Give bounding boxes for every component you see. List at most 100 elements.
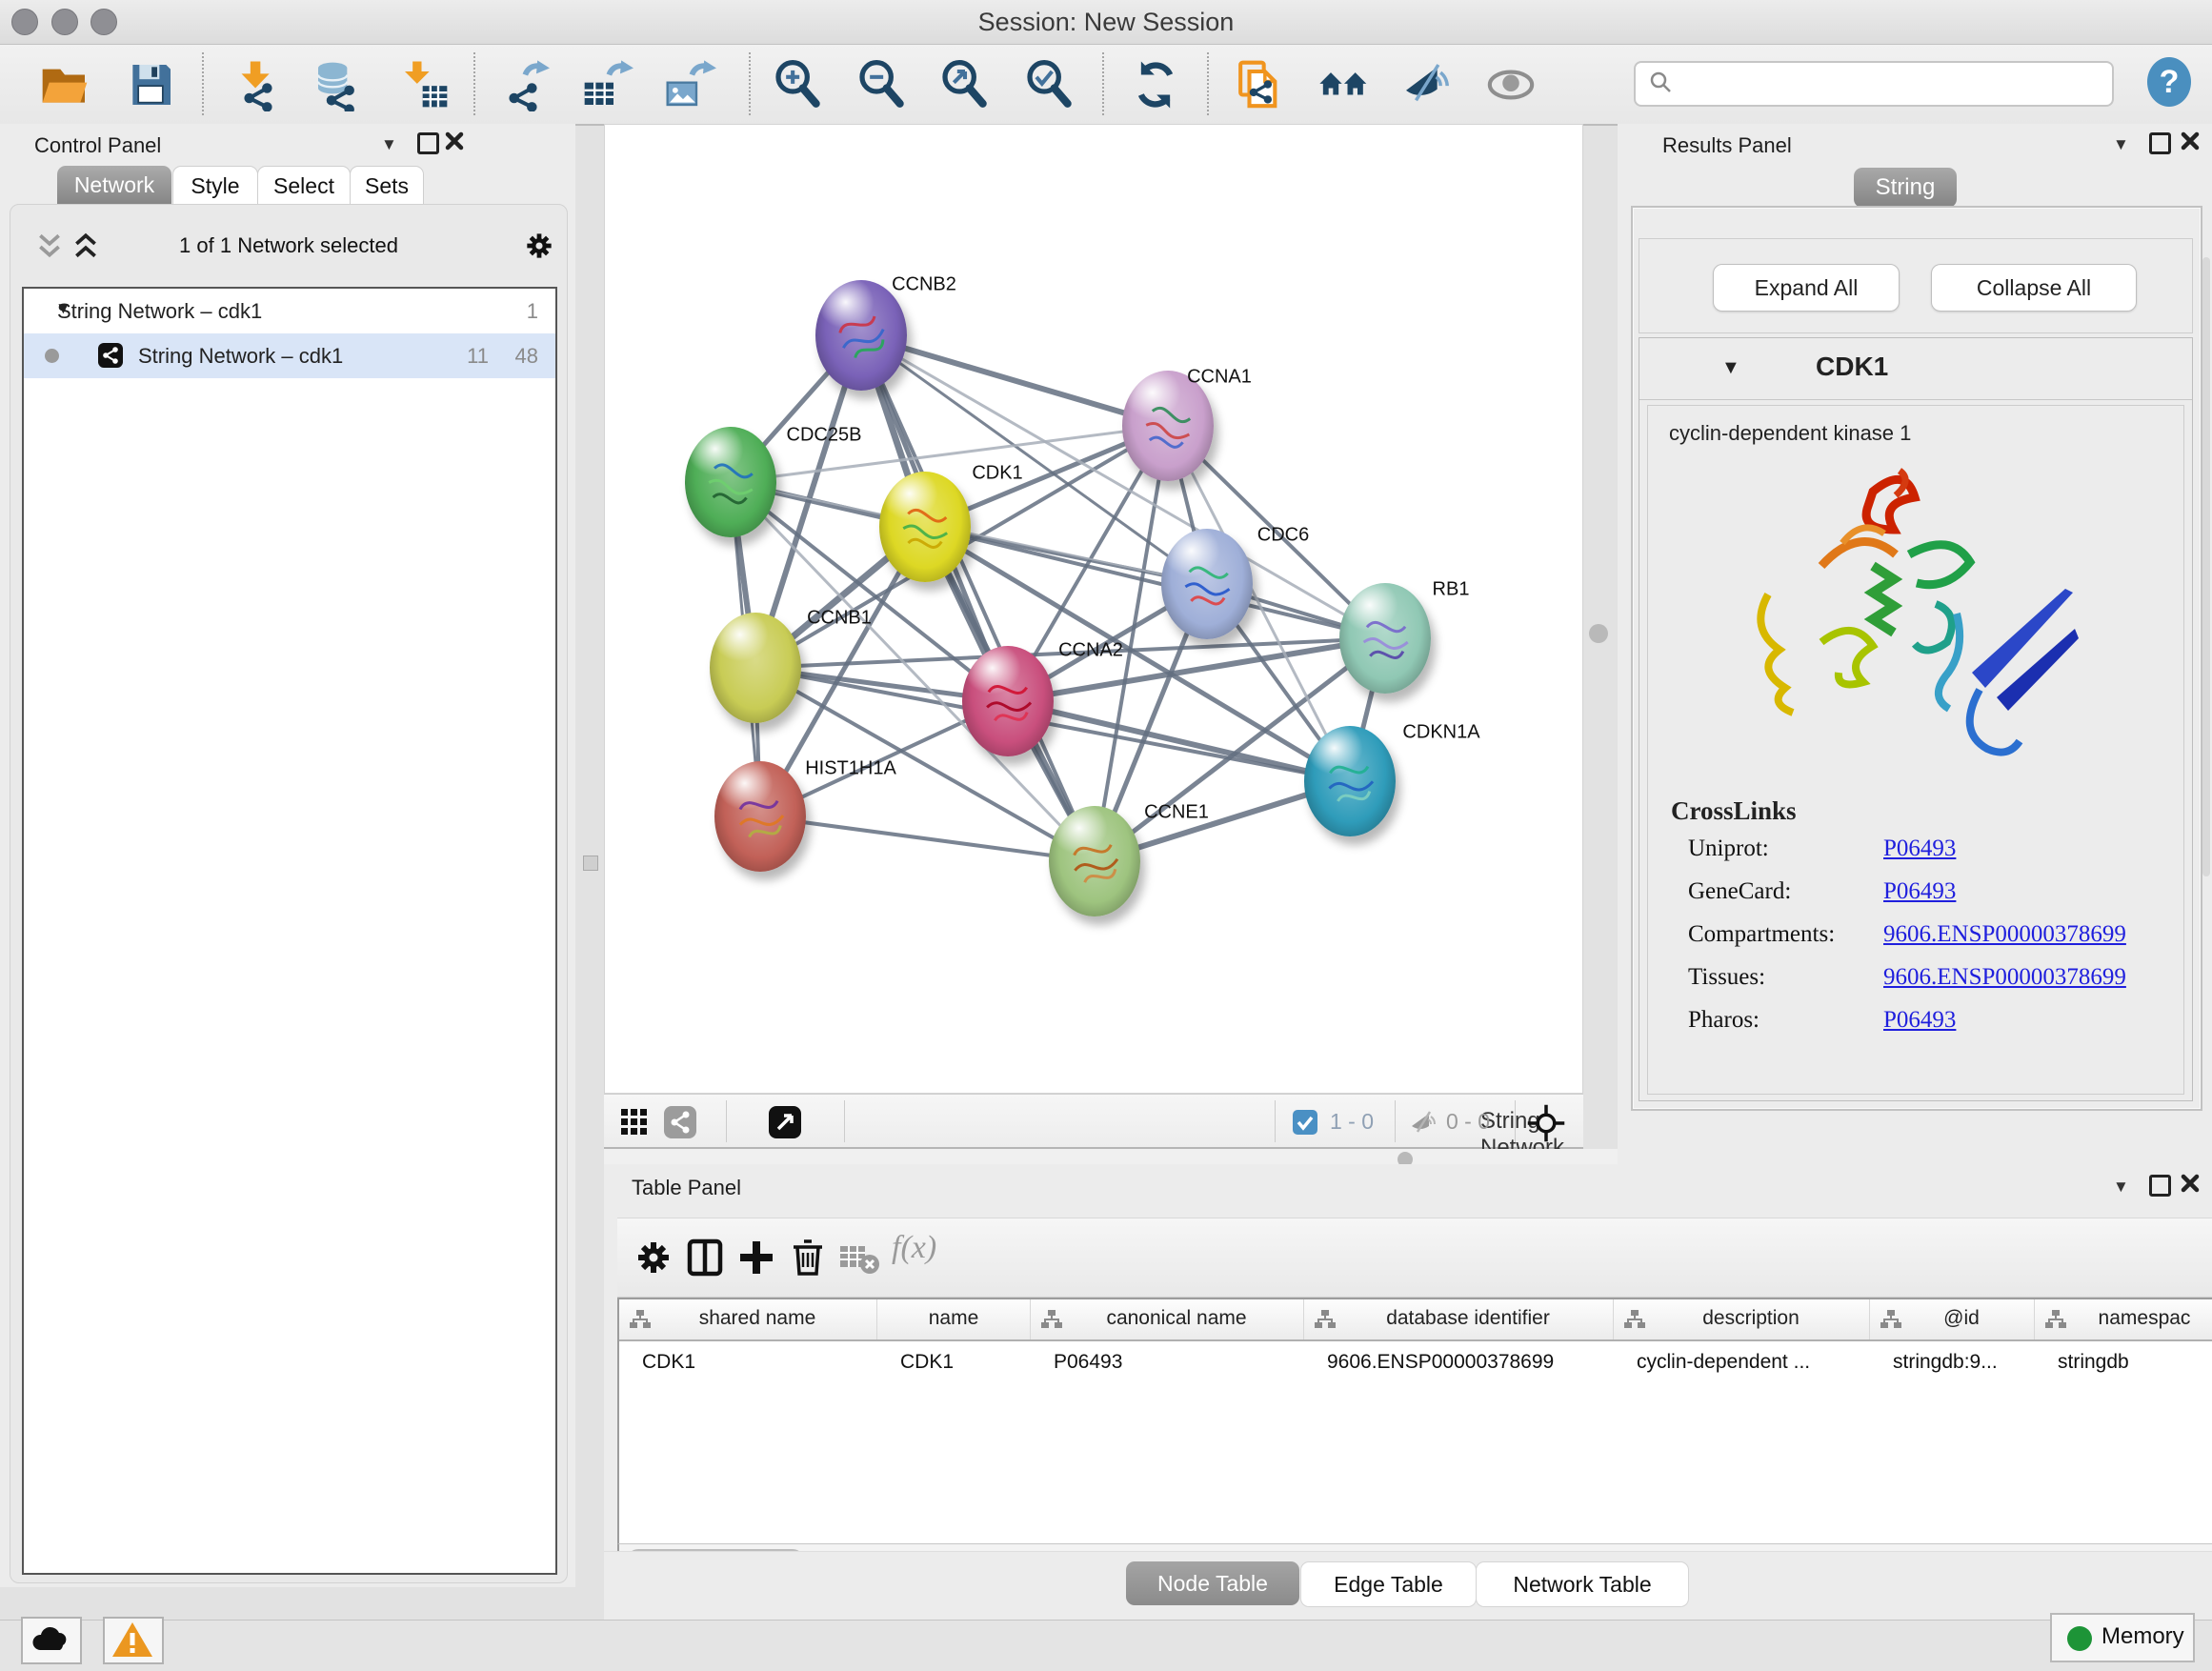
crosslink-value-link[interactable]: 9606.ENSP00000378699 [1883,921,2126,948]
warning-button[interactable] [103,1617,164,1664]
zoom-fit-icon[interactable] [938,58,992,111]
node-CDKN1A[interactable] [1304,726,1396,836]
export-table-icon[interactable] [580,58,633,111]
table-cell[interactable]: cyclin-dependent ... [1637,1351,1810,1374]
cloud-button[interactable] [21,1617,82,1664]
table-cell[interactable]: 9606.ENSP00000378699 [1327,1351,1554,1374]
open-session-icon[interactable] [38,58,91,111]
collapse-panel-icon[interactable]: ▼ [2113,1178,2129,1197]
show-all-icon[interactable] [1484,58,1538,111]
panel-splitter-dot[interactable] [1589,624,1608,643]
tab-node-table[interactable]: Node Table [1126,1561,1299,1605]
selected-checkbox-icon[interactable] [1292,1109,1318,1136]
network-tree-row[interactable]: ▼ String Network – cdk1 1 [24,289,555,333]
node-CCNA2[interactable] [962,646,1054,756]
protein-entry-header[interactable]: ▼ CDK1 [1639,338,2192,400]
export-image-icon[interactable] [663,58,716,111]
node-CCNB2[interactable] [815,280,907,391]
search-input[interactable] [1685,65,2099,101]
status-bar: Memory [0,1620,2212,1671]
export-network-icon[interactable] [496,58,550,111]
add-column-icon[interactable] [734,1235,779,1280]
table-cell[interactable]: stringdb:9... [1893,1351,1998,1374]
tab-network-table[interactable]: Network Table [1476,1561,1689,1607]
close-panel-icon[interactable] [444,131,465,156]
help-button[interactable]: ? [2147,57,2191,107]
close-panel-icon[interactable] [2180,1173,2201,1198]
crosslink-value-link[interactable]: P06493 [1883,878,1956,905]
column-header-description[interactable]: description [1614,1299,1870,1339]
node-CCNB1[interactable] [710,613,801,723]
zoom-out-icon[interactable] [855,58,909,111]
hide-selected-icon[interactable] [1399,58,1453,111]
column-header-database-identifier[interactable]: database identifier [1304,1299,1614,1339]
node-label-RB1: RB1 [1433,579,1470,601]
node-CDC6[interactable] [1161,529,1253,639]
crosslink-value-link[interactable]: P06493 [1883,1007,1956,1034]
node-label-HIST1H1A: HIST1H1A [805,758,896,780]
show-columns-icon[interactable] [682,1235,728,1280]
collapse-panel-icon[interactable]: ▼ [381,135,397,154]
network-options-gear-icon[interactable] [521,228,557,264]
node-RB1[interactable] [1339,583,1431,694]
column-header-name[interactable]: name [877,1299,1031,1339]
apply-preferred-layout-icon[interactable] [1129,58,1182,111]
zoom-in-icon[interactable] [772,58,825,111]
node-label-CCNA2: CCNA2 [1058,640,1123,662]
node-CCNE1[interactable] [1049,806,1140,916]
table-cell[interactable]: stringdb [2058,1351,2129,1374]
splitter-handle[interactable] [583,856,598,871]
column-header--id[interactable]: @id [1870,1299,2035,1339]
memory-button[interactable]: Memory [2050,1613,2195,1662]
float-panel-icon[interactable] [417,132,439,154]
network-badge-icon[interactable] [663,1105,697,1139]
import-table-from-file-icon[interactable] [398,58,452,111]
column-header-shared-name[interactable]: shared name [619,1299,877,1339]
table-settings-gear-icon[interactable] [631,1235,676,1280]
column-header-canonical-name[interactable]: canonical name [1031,1299,1304,1339]
float-panel-icon[interactable] [2149,1175,2171,1197]
node-CDC25B[interactable] [685,427,776,537]
delete-column-icon[interactable] [785,1235,831,1280]
crosslink-label: Tissues: [1688,964,1883,991]
node-HIST1H1A[interactable] [714,761,806,872]
collapse-entry-icon[interactable]: ▼ [1721,357,1740,379]
toolbar-separator [202,52,204,115]
import-network-from-database-icon[interactable] [312,58,365,111]
first-neighbors-icon[interactable] [1317,58,1371,111]
tab-style[interactable]: Style [172,166,258,206]
tab-edge-table[interactable]: Edge Table [1300,1561,1477,1607]
grid-view-icon[interactable] [619,1107,650,1137]
fit-selected-crosshair-icon[interactable] [1526,1103,1566,1143]
tab-select[interactable]: Select [257,166,351,206]
network-tree-row[interactable]: String Network – cdk1 11 48 [24,333,555,378]
float-panel-icon[interactable] [2149,132,2171,154]
import-network-from-file-icon[interactable] [231,58,285,111]
column-header-namespac[interactable]: namespac [2035,1299,2212,1339]
crosslink-value-link[interactable]: 9606.ENSP00000378699 [1883,964,2126,991]
tab-sets[interactable]: Sets [350,166,424,206]
save-session-icon[interactable] [124,58,177,111]
tab-string[interactable]: String [1854,168,1957,208]
network-view-canvas[interactable]: CCNB2 CCNA1 CDC25B CDK1 CDC6 RB1 CC [604,124,1583,1094]
expand-all-button[interactable]: Expand All [1713,264,1900,312]
network-count: 1 [527,299,538,324]
edge-count: 48 [515,344,538,369]
birds-eye-view-icon[interactable] [768,1105,802,1139]
crosslink-label: Uniprot: [1688,836,1883,862]
node-CDK1[interactable] [879,472,971,582]
crosslink-row: Pharos: P06493 [1688,1007,2183,1034]
results-panel: Results Panel ▼ String Expand All Collap… [1618,124,2212,1164]
close-panel-icon[interactable] [2180,131,2201,156]
new-network-from-selection-icon[interactable] [1233,58,1286,111]
toolbar-separator [1207,52,1209,115]
table-cell[interactable]: P06493 [1054,1351,1122,1374]
collapse-panel-icon[interactable]: ▼ [2113,135,2129,154]
crosslink-value-link[interactable]: P06493 [1883,836,1956,862]
zoom-selected-icon[interactable] [1023,58,1076,111]
table-cell[interactable]: CDK1 [900,1351,954,1374]
tab-network[interactable]: Network [57,166,171,204]
table-cell[interactable]: CDK1 [642,1351,695,1374]
results-scrollbar[interactable] [2202,257,2210,876]
collapse-all-button[interactable]: Collapse All [1931,264,2137,312]
